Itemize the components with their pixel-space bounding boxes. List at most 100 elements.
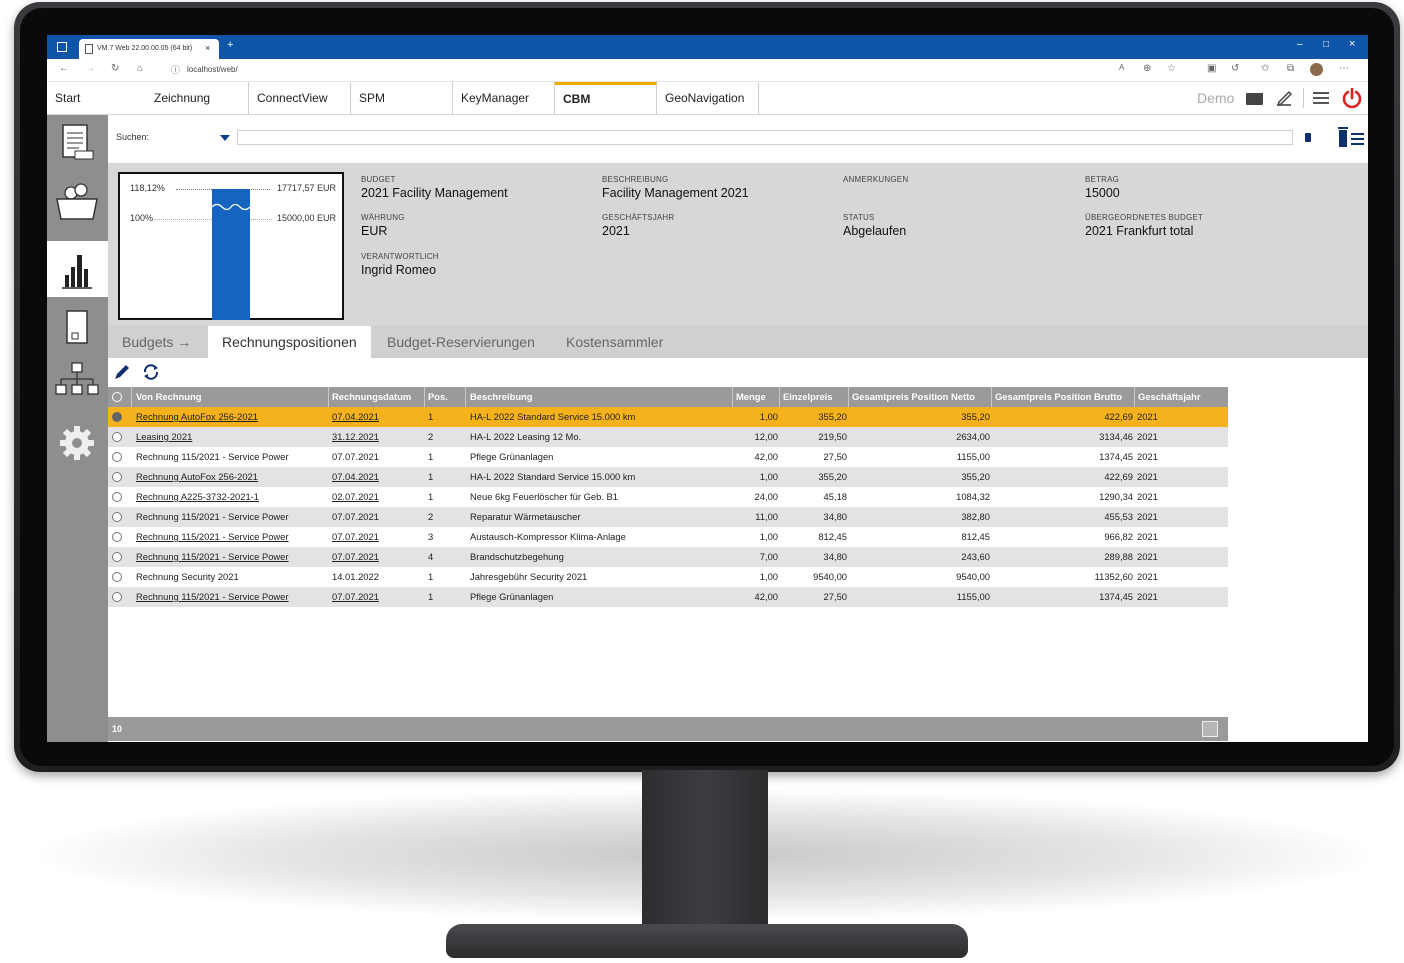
rail-costs[interactable] xyxy=(47,175,108,231)
cell-von-rechnung[interactable]: Rechnung AutoFox 256-2021 xyxy=(132,467,329,487)
row-radio[interactable] xyxy=(112,432,122,442)
favorites-bar-icon[interactable]: ✩ xyxy=(1261,63,1269,74)
table-row[interactable]: Rechnung 115/2021 - Service Power 07.07.2… xyxy=(108,547,1228,567)
close-icon[interactable]: × xyxy=(205,43,210,53)
search-input[interactable] xyxy=(237,130,1293,145)
cell-geschaeftsjahr: 2021 xyxy=(1137,451,1158,462)
zoom-icon[interactable]: ⊕ xyxy=(1143,63,1151,74)
refresh-icon[interactable] xyxy=(140,361,162,383)
tab-rechnungspositionen[interactable]: Rechnungspositionen xyxy=(208,326,371,358)
search-dropdown-icon[interactable] xyxy=(220,135,230,141)
cell-rechnungsdatum[interactable]: 07.07.2021 xyxy=(329,527,425,547)
sub-tab-bar: Budgets → Rechnungspositionen Budget-Res… xyxy=(108,326,1368,358)
maximize-button[interactable]: □ xyxy=(1323,39,1329,50)
collections-icon[interactable]: ⧉ xyxy=(1287,63,1294,74)
pencil-icon[interactable] xyxy=(112,362,132,382)
home-icon[interactable]: ⌂ xyxy=(137,63,143,74)
tab-zeichnung[interactable]: Zeichnung xyxy=(146,82,249,114)
cell-rechnungsdatum[interactable]: 07.04.2021 xyxy=(329,467,425,487)
window-close-button[interactable]: × xyxy=(1349,38,1355,50)
parent-budget-label: ÜBERGEORDNETES BUDGET xyxy=(1085,213,1203,222)
table-row[interactable]: Rechnung AutoFox 256-2021 07.04.2021 1 HA-L… xyxy=(108,467,1228,487)
header-brutto[interactable]: Gesamtpreis Position Brutto xyxy=(992,387,1135,407)
cell-von-rechnung[interactable]: Rechnung AutoFox 256-2021 xyxy=(132,407,329,427)
delete-list-icon[interactable] xyxy=(1336,125,1366,149)
tab-budgets[interactable]: Budgets → xyxy=(122,326,191,358)
minimize-button[interactable]: – xyxy=(1297,39,1303,50)
table-row[interactable]: Rechnung 115/2021 - Service Power 07.07.2… xyxy=(108,507,1228,527)
row-radio[interactable] xyxy=(112,452,122,462)
table-row[interactable]: Rechnung Security 2021 14.01.2022 1 Jahresg… xyxy=(108,567,1228,587)
back-icon[interactable]: ← xyxy=(59,63,69,74)
header-netto[interactable]: Gesamtpreis Position Netto xyxy=(849,387,992,407)
header-geschaeftsjahr[interactable]: Geschäftsjahr xyxy=(1135,387,1228,407)
row-radio[interactable] xyxy=(112,412,122,422)
edit-icon[interactable] xyxy=(1275,89,1293,107)
forward-icon[interactable]: → xyxy=(85,63,95,74)
power-icon[interactable] xyxy=(1341,87,1363,109)
tab-connectview[interactable]: ConnectView xyxy=(249,82,351,114)
tab-start[interactable]: Start xyxy=(47,82,146,114)
tab-cbm[interactable]: CBM xyxy=(555,82,657,114)
table-row[interactable]: Rechnung 115/2021 - Service Power 07.07.2… xyxy=(108,527,1228,547)
cell-pos: 4 xyxy=(428,551,434,562)
cell-rechnungsdatum[interactable]: 31.12.2021 xyxy=(329,427,425,447)
cell-rechnungsdatum[interactable]: 07.04.2021 xyxy=(329,407,425,427)
export-icon[interactable] xyxy=(1202,721,1218,737)
header-rechnungsdatum[interactable]: Rechnungsdatum xyxy=(329,387,425,407)
gauge-top-amount: 17717,57 EUR xyxy=(276,183,336,193)
delete-icon[interactable] xyxy=(1305,133,1311,142)
monitor-stand-neck xyxy=(642,770,768,930)
sync-icon[interactable]: ↺ xyxy=(1231,63,1239,74)
rail-budgets[interactable] xyxy=(47,241,108,297)
cell-von-rechnung[interactable]: Leasing 2021 xyxy=(132,427,329,447)
header-menge[interactable]: Menge xyxy=(733,387,780,407)
tab-spm[interactable]: SPM xyxy=(351,82,453,114)
cell-von-rechnung[interactable]: Rechnung 115/2021 - Service Power xyxy=(132,527,329,547)
row-radio[interactable] xyxy=(112,492,122,502)
cell-rechnungsdatum[interactable]: 07.07.2021 xyxy=(329,547,425,567)
new-tab-button[interactable]: + xyxy=(227,39,233,51)
browser-tab[interactable]: VM.7 Web 22.00.00.05 (64 bit) × xyxy=(79,39,219,59)
header-pos[interactable]: Pos. xyxy=(425,387,466,407)
cell-rechnungsdatum[interactable]: 02.07.2021 xyxy=(329,487,425,507)
table-row[interactable]: Rechnung A225-3732-2021-1 02.07.2021 1 Neue… xyxy=(108,487,1228,507)
tab-geonavigation[interactable]: GeoNavigation xyxy=(657,82,759,114)
cell-beschreibung: Austausch-Kompressor Klima-Anlage xyxy=(470,531,626,542)
tab-kostensammler[interactable]: Kostensammler xyxy=(566,326,663,358)
select-all-radio[interactable] xyxy=(112,392,122,402)
read-aloud-icon[interactable]: A xyxy=(1119,63,1124,72)
rail-documents[interactable] xyxy=(47,121,108,177)
extension-icon[interactable]: ▣ xyxy=(1207,63,1216,74)
row-radio[interactable] xyxy=(112,592,122,602)
folder-icon[interactable] xyxy=(1246,93,1263,105)
row-radio[interactable] xyxy=(112,512,122,522)
rail-hierarchy[interactable] xyxy=(47,359,108,415)
table-row[interactable]: Rechnung 115/2021 - Service Power 07.07.2… xyxy=(108,447,1228,467)
more-icon[interactable]: ⋯ xyxy=(1339,63,1349,74)
cell-rechnungsdatum: 07.07.2021 xyxy=(332,451,379,462)
menu-icon[interactable] xyxy=(1313,91,1329,105)
header-einzelpreis[interactable]: Einzelpreis xyxy=(780,387,849,407)
rail-device[interactable] xyxy=(47,303,108,359)
favorite-icon[interactable]: ☆ xyxy=(1167,63,1176,74)
cell-von-rechnung[interactable]: Rechnung A225-3732-2021-1 xyxy=(132,487,329,507)
table-row[interactable]: Rechnung AutoFox 256-2021 07.04.2021 1 HA-L… xyxy=(108,407,1228,427)
table-row[interactable]: Leasing 2021 31.12.2021 2 HA-L 2022 Leasing… xyxy=(108,427,1228,447)
row-radio[interactable] xyxy=(112,572,122,582)
row-radio[interactable] xyxy=(112,532,122,542)
cell-rechnungsdatum[interactable]: 07.07.2021 xyxy=(329,587,425,607)
header-beschreibung[interactable]: Beschreibung xyxy=(466,387,733,407)
table-row[interactable]: Rechnung 115/2021 - Service Power 07.07.2… xyxy=(108,587,1228,607)
tab-keymanager[interactable]: KeyManager xyxy=(453,82,555,114)
tab-budget-reservierungen[interactable]: Budget-Reservierungen xyxy=(387,326,535,358)
row-radio[interactable] xyxy=(112,472,122,482)
profile-avatar[interactable] xyxy=(1310,63,1323,76)
cell-von-rechnung[interactable]: Rechnung 115/2021 - Service Power xyxy=(132,547,329,567)
header-von-rechnung[interactable]: Von Rechnung xyxy=(132,387,329,407)
reload-icon[interactable]: ↻ xyxy=(111,63,119,74)
address-input[interactable]: localhost/web/ xyxy=(187,65,238,74)
row-radio[interactable] xyxy=(112,552,122,562)
cell-von-rechnung[interactable]: Rechnung 115/2021 - Service Power xyxy=(132,587,329,607)
rail-settings[interactable] xyxy=(47,417,108,473)
